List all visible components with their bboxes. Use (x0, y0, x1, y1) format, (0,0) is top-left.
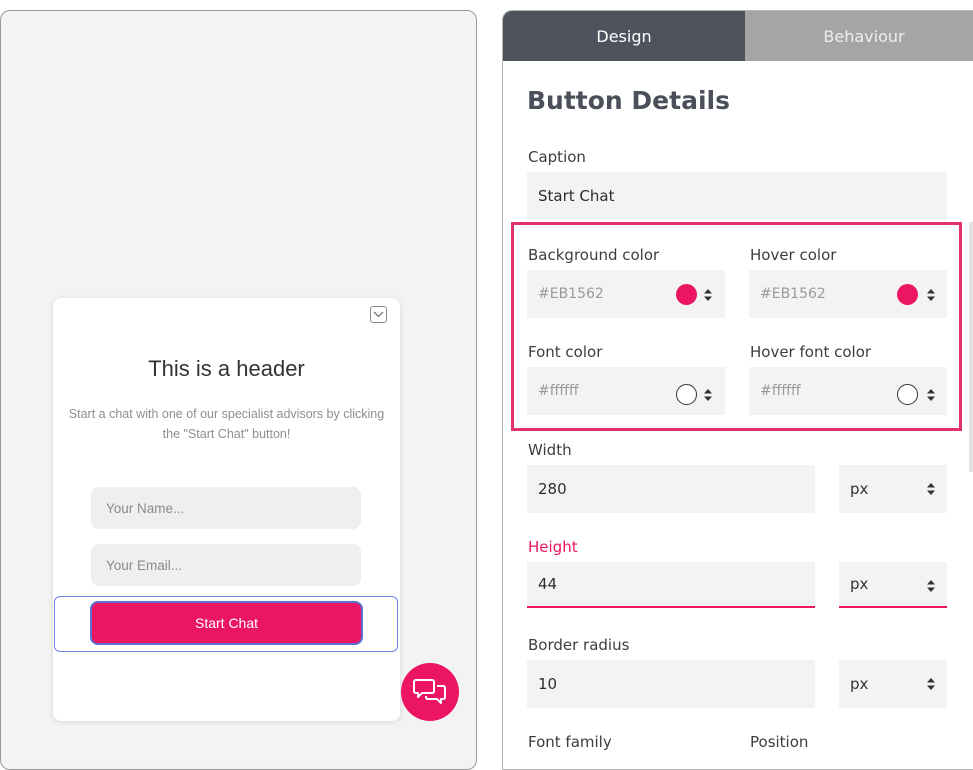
position-label: Position (750, 733, 809, 751)
sort-arrows-icon[interactable] (927, 389, 935, 401)
hover-font-color-label: Hover font color (750, 343, 872, 361)
height-input[interactable]: 44 (527, 562, 815, 608)
sort-arrows-icon[interactable] (927, 289, 935, 301)
scrollbar[interactable] (969, 222, 973, 472)
hover-color-label: Hover color (750, 246, 837, 264)
hover-color-value: #EB1562 (760, 286, 826, 302)
start-chat-button[interactable]: Start Chat (90, 601, 363, 645)
widget-subtext: Start a chat with one of our specialist … (68, 407, 385, 441)
chevron-down-icon[interactable] (370, 306, 387, 323)
width-unit: px (850, 480, 869, 498)
caption-value: Start Chat (538, 187, 615, 205)
height-unit: px (850, 575, 869, 593)
width-value: 280 (538, 480, 567, 498)
chat-bubbles-icon (413, 679, 446, 704)
hover-color-swatch[interactable] (897, 284, 918, 305)
tab-design[interactable]: Design (503, 11, 745, 61)
background-color-value: #EB1562 (538, 286, 604, 302)
border-radius-input[interactable]: 10 (527, 660, 815, 708)
caption-field[interactable]: Start Chat (527, 172, 947, 220)
font-color-label: Font color (528, 343, 603, 361)
height-label: Height (528, 538, 578, 556)
background-color-label: Background color (528, 246, 660, 264)
background-color-swatch[interactable] (676, 284, 697, 305)
font-color-swatch[interactable] (676, 384, 697, 405)
email-input[interactable] (91, 544, 361, 586)
tab-behaviour[interactable]: Behaviour (745, 11, 973, 61)
sort-arrows-icon[interactable] (927, 483, 935, 495)
sort-arrows-icon[interactable] (704, 389, 712, 401)
sort-arrows-icon[interactable] (704, 289, 712, 301)
font-family-label: Font family (528, 733, 612, 751)
font-color-value: #ffffff (538, 383, 579, 399)
width-input[interactable]: 280 (527, 465, 815, 513)
chat-launcher-button[interactable] (401, 663, 459, 721)
height-value: 44 (538, 575, 558, 593)
sort-arrows-icon[interactable] (927, 580, 935, 592)
width-label: Width (528, 441, 572, 459)
caption-label: Caption (528, 148, 586, 166)
widget-header: This is a header (148, 356, 305, 381)
hover-font-color-value: #ffffff (760, 383, 801, 399)
border-radius-value: 10 (538, 675, 558, 693)
section-title: Button Details (527, 86, 730, 115)
border-radius-unit: px (850, 675, 869, 693)
name-input[interactable] (91, 487, 361, 529)
border-radius-label: Border radius (528, 636, 630, 654)
sort-arrows-icon[interactable] (927, 678, 935, 690)
hover-font-color-swatch[interactable] (897, 384, 918, 405)
